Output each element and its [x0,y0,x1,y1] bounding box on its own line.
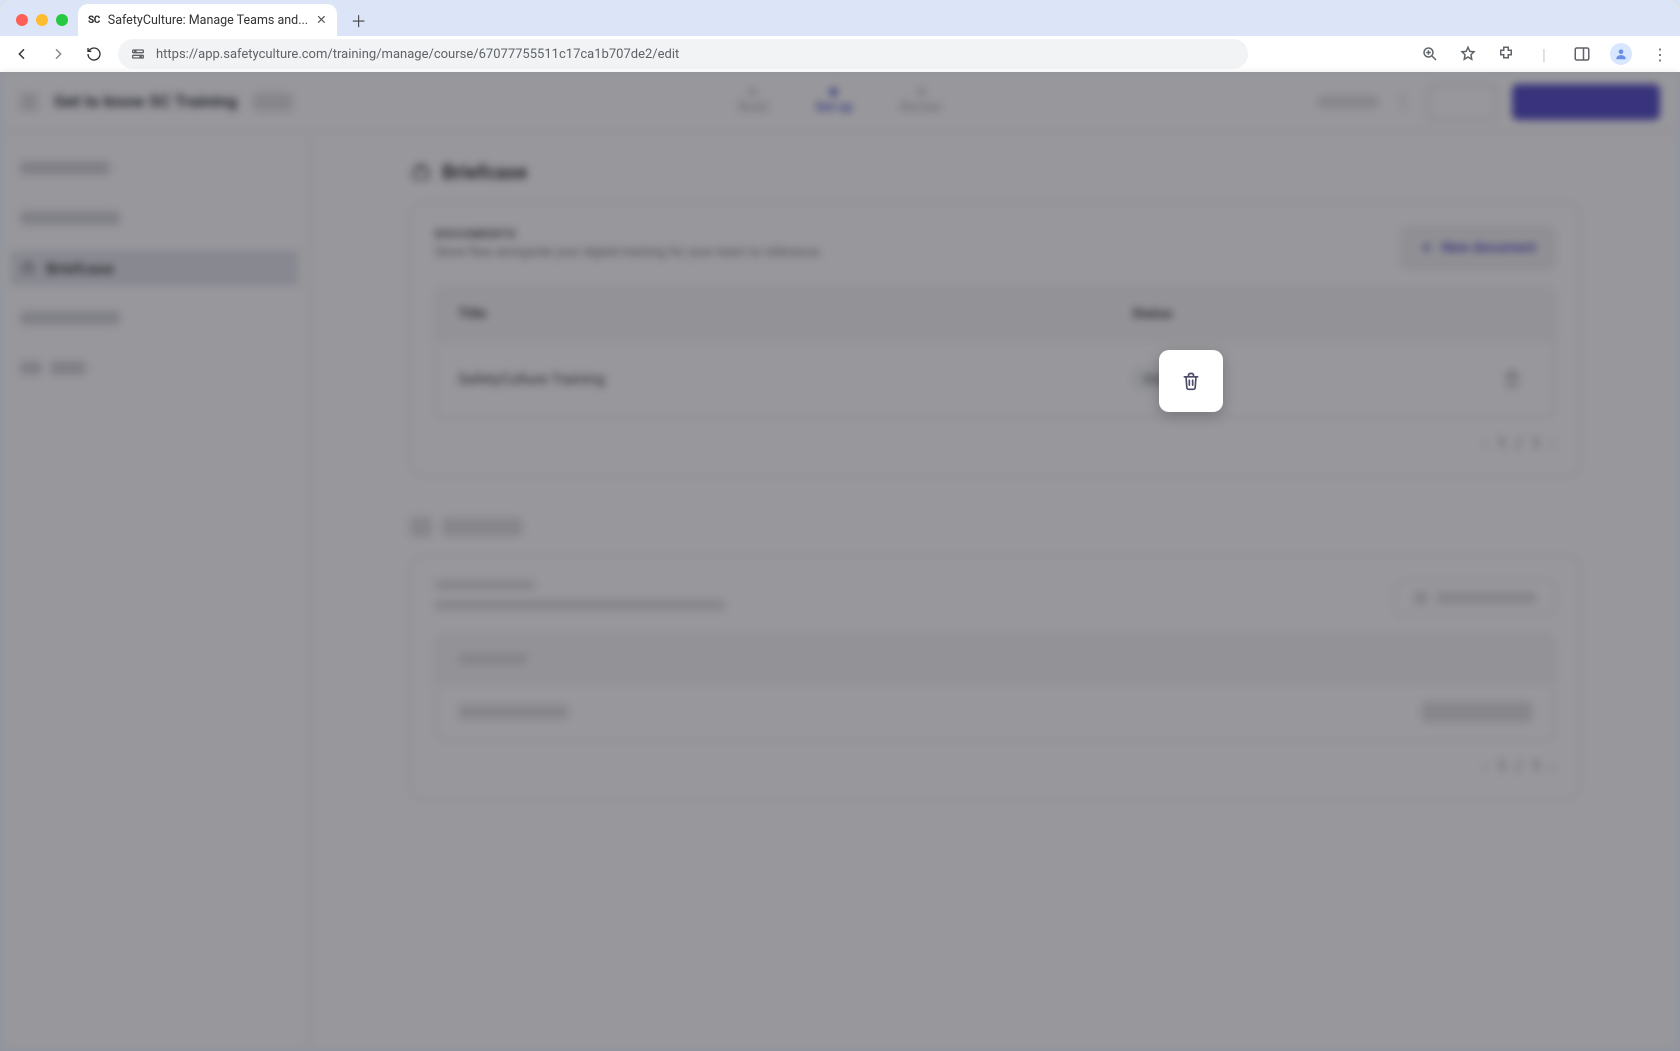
window-minimize-icon[interactable] [36,14,48,26]
browser-tab[interactable]: SC SafetyCulture: Manage Teams and... ✕ [78,4,337,36]
url-bar[interactable]: https://app.safetyculture.com/training/m… [118,39,1248,69]
browser-toolbar: https://app.safetyculture.com/training/m… [0,36,1680,72]
window-zoom-icon[interactable] [56,14,68,26]
tab-title: SafetyCulture: Manage Teams and... [108,13,308,28]
browser-chrome: SC SafetyCulture: Manage Teams and... ✕ … [0,0,1680,72]
site-settings-icon[interactable] [130,46,146,62]
trash-icon [1181,370,1201,392]
tab-close-icon[interactable]: ✕ [316,12,326,28]
sidepanel-icon[interactable] [1572,44,1592,64]
tab-strip: SC SafetyCulture: Manage Teams and... ✕ … [0,0,1680,36]
bookmark-star-icon[interactable] [1458,44,1478,64]
dim-overlay[interactable] [0,72,1680,1051]
highlighted-delete-button[interactable] [1159,350,1223,412]
url-text: https://app.safetyculture.com/training/m… [156,47,679,62]
new-tab-button[interactable]: ＋ [345,6,373,34]
chrome-menu-icon[interactable]: ⋮ [1650,44,1670,64]
nav-reload-button[interactable] [82,42,106,66]
window-controls [10,14,78,36]
extensions-icon[interactable] [1496,44,1516,64]
nav-forward-button[interactable] [46,42,70,66]
separator: | [1534,44,1554,64]
profile-avatar-icon[interactable] [1610,43,1632,65]
app-area: Get to know SC Training Build Set up Rev… [0,72,1680,1051]
window-close-icon[interactable] [16,14,28,26]
favicon-icon: SC [88,15,100,26]
nav-back-button[interactable] [10,42,34,66]
zoom-icon[interactable] [1420,44,1440,64]
